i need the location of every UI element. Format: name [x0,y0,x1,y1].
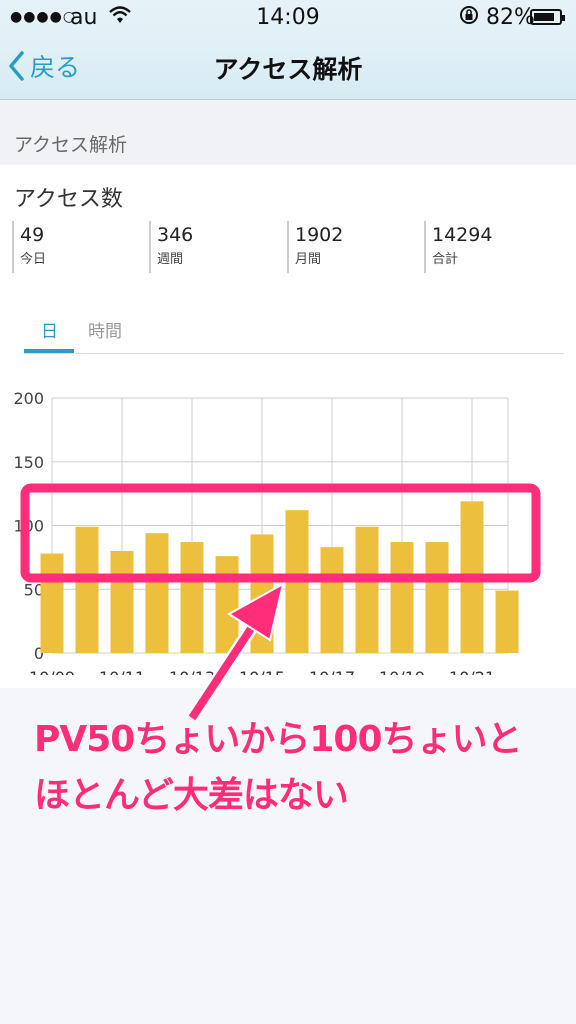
y-tick-label: 150 [13,453,44,472]
bar [180,542,204,653]
battery-percent: 82% [486,5,535,30]
bar [460,501,484,653]
x-tick-label: 10/11 [99,668,145,675]
stat-label: 合計 [432,252,459,267]
x-tick-label: 10/13 [169,668,215,675]
section-header-label: アクセス解析 [14,134,128,156]
stat-label: 月間 [295,252,322,267]
stat-today: 49 今日 [12,221,46,273]
access-count-title: アクセス数 [14,187,123,212]
annotation-line-1: PV50ちょいから100ちょいと [34,719,522,760]
y-tick-label: 200 [13,389,44,408]
bar [355,526,379,653]
bar [425,542,449,653]
bar [145,533,169,653]
annotation-text: PV50ちょいから100ちょいと ほとんど大差はない [34,712,522,824]
stat-label: 今日 [20,252,47,267]
stat-week: 346 週間 [149,221,193,273]
bar [110,551,134,653]
tab-hour[interactable]: 時間 [88,317,122,342]
page-title: アクセス解析 [213,55,363,84]
stat-value: 14294 [432,224,493,246]
y-tick-label: 100 [13,517,44,536]
section-header: アクセス解析 [0,100,576,164]
bar [285,510,309,653]
battery-icon [530,9,565,25]
stats-row: 49 今日 346 週間 1902 月間 14294 合計 [12,221,564,273]
x-tick-label: 10/17 [309,668,355,675]
tab-day[interactable]: 日 [41,317,58,342]
stat-month: 1902 月間 [287,221,343,273]
bar [390,542,414,653]
period-tabs: 日 時間 [24,307,564,354]
bar [250,534,274,653]
bar [495,590,519,653]
stat-value: 346 [157,224,194,246]
bar [75,526,99,653]
navigation-bar: 戻る アクセス解析 [0,36,576,100]
stat-value: 1902 [295,224,344,246]
stat-value: 49 [20,224,45,246]
status-bar: ●●●●○ au 14:09 82% [0,0,576,36]
active-tab-indicator [24,349,74,353]
x-tick-label: 10/15 [239,668,285,675]
x-tick-label: 10/21 [449,668,495,675]
rotation-lock-icon [458,4,480,31]
bar [320,547,344,653]
stat-total: 14294 合計 [424,221,492,273]
bar [215,556,239,653]
x-tick-label: 10/19 [379,668,425,675]
bar [40,553,64,653]
stat-label: 週間 [157,252,184,267]
x-tick-label: 10/09 [29,668,75,675]
annotation-line-2: ほとんど大差はない [34,775,349,816]
access-bar-chart: 05010015020010/0910/1110/1310/1510/1710/… [13,389,519,675]
access-card: アクセス数 49 今日 346 週間 1902 月間 14294 合計 日 時間… [0,165,576,688]
